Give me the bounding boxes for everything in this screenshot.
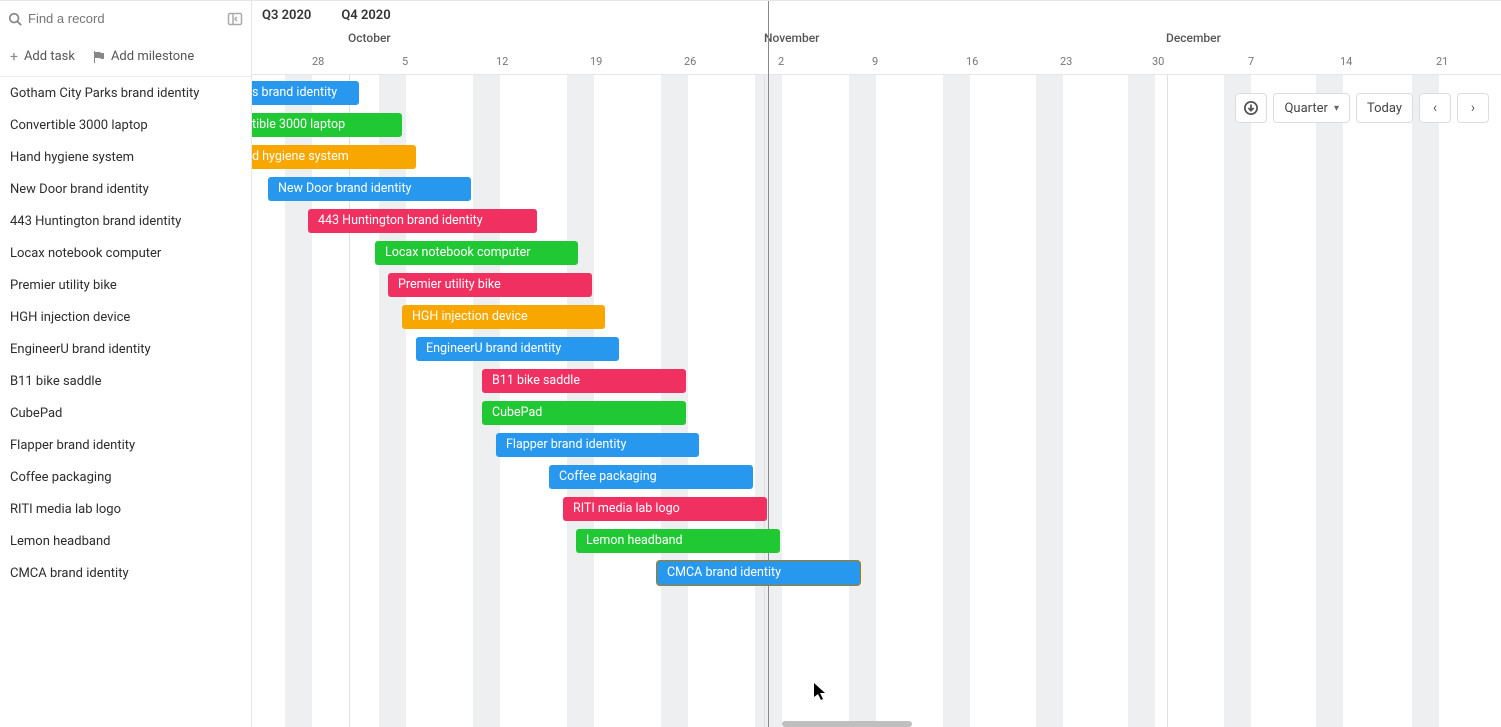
task-item[interactable]: RITI media lab logo bbox=[0, 493, 251, 525]
app-root: + Add task Add milestone Gotham City Par… bbox=[0, 0, 1501, 727]
day-label: 5 bbox=[402, 55, 408, 68]
month-label: December bbox=[1166, 31, 1221, 45]
task-item[interactable]: Lemon headband bbox=[0, 525, 251, 557]
timeline-bar[interactable]: CubePad bbox=[482, 401, 686, 425]
task-item[interactable]: B11 bike saddle bbox=[0, 365, 251, 397]
task-item[interactable]: Locax notebook computer bbox=[0, 237, 251, 269]
day-label: 7 bbox=[1248, 55, 1254, 68]
today-label: Today bbox=[1367, 101, 1402, 116]
timeline-bar[interactable]: Flapper brand identity bbox=[496, 433, 699, 457]
timeline-toolbar: Quarter ▾ Today ‹ › bbox=[1235, 93, 1489, 123]
task-item[interactable]: Gotham City Parks brand identity bbox=[0, 77, 251, 109]
timeline-bar[interactable]: B11 bike saddle bbox=[482, 369, 686, 393]
timeline-bar[interactable]: New Door brand identity bbox=[268, 177, 471, 201]
task-item[interactable]: New Door brand identity bbox=[0, 173, 251, 205]
collapse-sidebar-icon[interactable] bbox=[227, 11, 243, 27]
chevron-down-icon: ▾ bbox=[1334, 103, 1339, 114]
month-label: November bbox=[764, 31, 819, 45]
range-select[interactable]: Quarter ▾ bbox=[1273, 93, 1350, 123]
month-label: October bbox=[348, 31, 391, 45]
timeline[interactable]: Q3 2020 Q4 2020 OctoberNovemberDecember … bbox=[252, 1, 1501, 727]
day-label: 28 bbox=[312, 55, 324, 68]
timeline-bar[interactable]: Coffee packaging bbox=[549, 465, 753, 489]
task-item[interactable]: Premier utility bike bbox=[0, 269, 251, 301]
day-label: 12 bbox=[496, 55, 508, 68]
download-icon bbox=[1244, 101, 1258, 115]
day-label: 23 bbox=[1060, 55, 1072, 68]
task-item[interactable]: Convertible 3000 laptop bbox=[0, 109, 251, 141]
bars-container: s brand identity tible 3000 laptop d hygie… bbox=[252, 76, 1501, 727]
task-item[interactable]: CubePad bbox=[0, 397, 251, 429]
timeline-bar[interactable]: 443 Huntington brand identity bbox=[308, 209, 537, 233]
day-label: 21 bbox=[1436, 55, 1448, 68]
task-item[interactable]: Coffee packaging bbox=[0, 461, 251, 493]
range-label: Quarter bbox=[1284, 101, 1327, 116]
months-row: October November December bbox=[252, 31, 1501, 51]
add-task-button[interactable]: + Add task bbox=[10, 49, 75, 65]
chevron-left-icon: ‹ bbox=[1433, 100, 1437, 116]
prev-button[interactable]: ‹ bbox=[1419, 93, 1451, 123]
quarter-header: Q3 2020 Q4 2020 bbox=[252, 1, 1501, 31]
next-button[interactable]: › bbox=[1457, 93, 1489, 123]
timeline-bar[interactable]: Locax notebook computer bbox=[375, 241, 578, 265]
horizontal-scrollbar-thumb[interactable] bbox=[782, 721, 912, 727]
task-item[interactable]: Hand hygiene system bbox=[0, 141, 251, 173]
day-label: 26 bbox=[684, 55, 696, 68]
day-label: 2 bbox=[778, 55, 784, 68]
search-icon bbox=[8, 12, 22, 26]
quarter-label: Q4 2020 bbox=[341, 8, 390, 23]
timeline-bar[interactable]: HGH injection device bbox=[402, 305, 605, 329]
timeline-bar[interactable]: CMCA brand identity bbox=[657, 561, 860, 585]
timeline-bar[interactable]: Lemon headband bbox=[576, 529, 780, 553]
timeline-bar[interactable]: Premier utility bike bbox=[388, 273, 592, 297]
timeline-bar[interactable]: tible 3000 laptop bbox=[252, 113, 402, 137]
timeline-bar[interactable]: RITI media lab logo bbox=[563, 497, 767, 521]
chevron-right-icon: › bbox=[1471, 100, 1475, 116]
search-input[interactable] bbox=[28, 11, 227, 26]
day-label: 30 bbox=[1152, 55, 1164, 68]
task-item[interactable]: Flapper brand identity bbox=[0, 429, 251, 461]
search-row bbox=[0, 1, 251, 37]
task-item[interactable]: EngineerU brand identity bbox=[0, 333, 251, 365]
today-line bbox=[768, 1, 769, 727]
timeline-bar[interactable]: d hygiene system bbox=[252, 145, 416, 169]
download-button[interactable] bbox=[1235, 93, 1267, 123]
days-row: 28 5 12 19 26 2 9 16 23 30 7 14 21 bbox=[252, 51, 1501, 75]
day-label: 9 bbox=[872, 55, 878, 68]
flag-icon bbox=[93, 51, 105, 63]
add-milestone-button[interactable]: Add milestone bbox=[93, 49, 194, 64]
add-milestone-label: Add milestone bbox=[111, 49, 194, 64]
today-button[interactable]: Today bbox=[1356, 93, 1413, 123]
sidebar: + Add task Add milestone Gotham City Par… bbox=[0, 1, 252, 727]
task-item[interactable]: CMCA brand identity bbox=[0, 557, 251, 589]
task-list: Gotham City Parks brand identityConverti… bbox=[0, 77, 251, 589]
plus-icon: + bbox=[10, 49, 18, 65]
day-label: 19 bbox=[590, 55, 602, 68]
timeline-bar[interactable]: s brand identity bbox=[252, 81, 359, 105]
action-row: + Add task Add milestone bbox=[0, 37, 251, 77]
quarter-label: Q3 2020 bbox=[262, 8, 311, 23]
task-item[interactable]: 443 Huntington brand identity bbox=[0, 205, 251, 237]
day-label: 14 bbox=[1340, 55, 1352, 68]
task-item[interactable]: HGH injection device bbox=[0, 301, 251, 333]
add-task-label: Add task bbox=[24, 49, 75, 64]
day-label: 16 bbox=[966, 55, 978, 68]
timeline-bar[interactable]: EngineerU brand identity bbox=[416, 337, 619, 361]
